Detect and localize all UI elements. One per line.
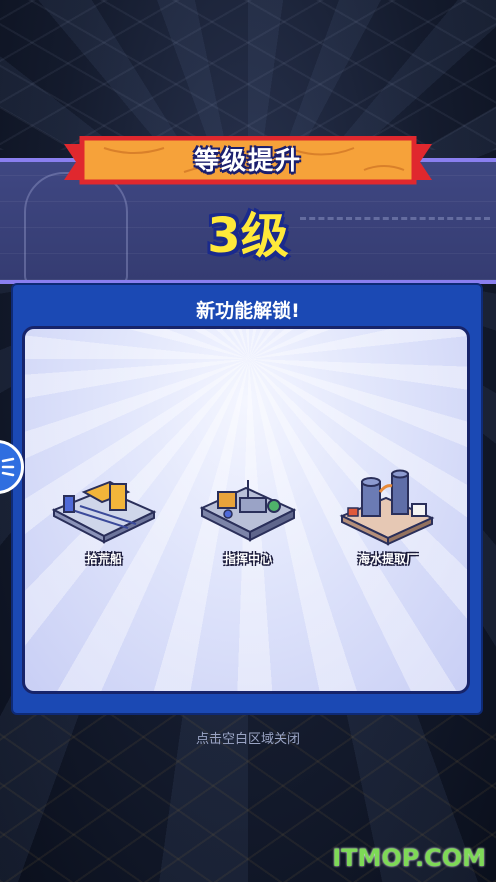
- feature-item-command-center[interactable]: 指挥中心: [188, 470, 308, 570]
- close-hint-text: 点击空白区域关闭: [195, 732, 300, 747]
- new-level-value: 3级: [207, 208, 289, 264]
- command-center-building-icon: [199, 480, 297, 542]
- new-features-title: 新功能解锁!: [196, 300, 300, 322]
- salvage-ship-building-icon: [51, 480, 157, 544]
- feature-label-salvage-ship: 拾荒船: [85, 552, 122, 566]
- site-watermark: ITMOP.COM: [332, 844, 486, 872]
- feature-item-seawater-plant[interactable]: 海水提取厂: [328, 462, 448, 566]
- feature-label-command-center: 指挥中心: [223, 552, 272, 566]
- seawater-extraction-plant-icon: [339, 469, 435, 546]
- level-up-title: 等级提升: [193, 146, 302, 175]
- level-up-ribbon: 等级提升: [64, 136, 432, 188]
- feature-label-seawater-plant: 海水提取厂: [357, 552, 418, 566]
- background-decoration: [0, 0, 496, 150]
- menu-lines-icon: [1, 457, 15, 477]
- feature-item-salvage-ship[interactable]: 拾荒船: [44, 470, 164, 570]
